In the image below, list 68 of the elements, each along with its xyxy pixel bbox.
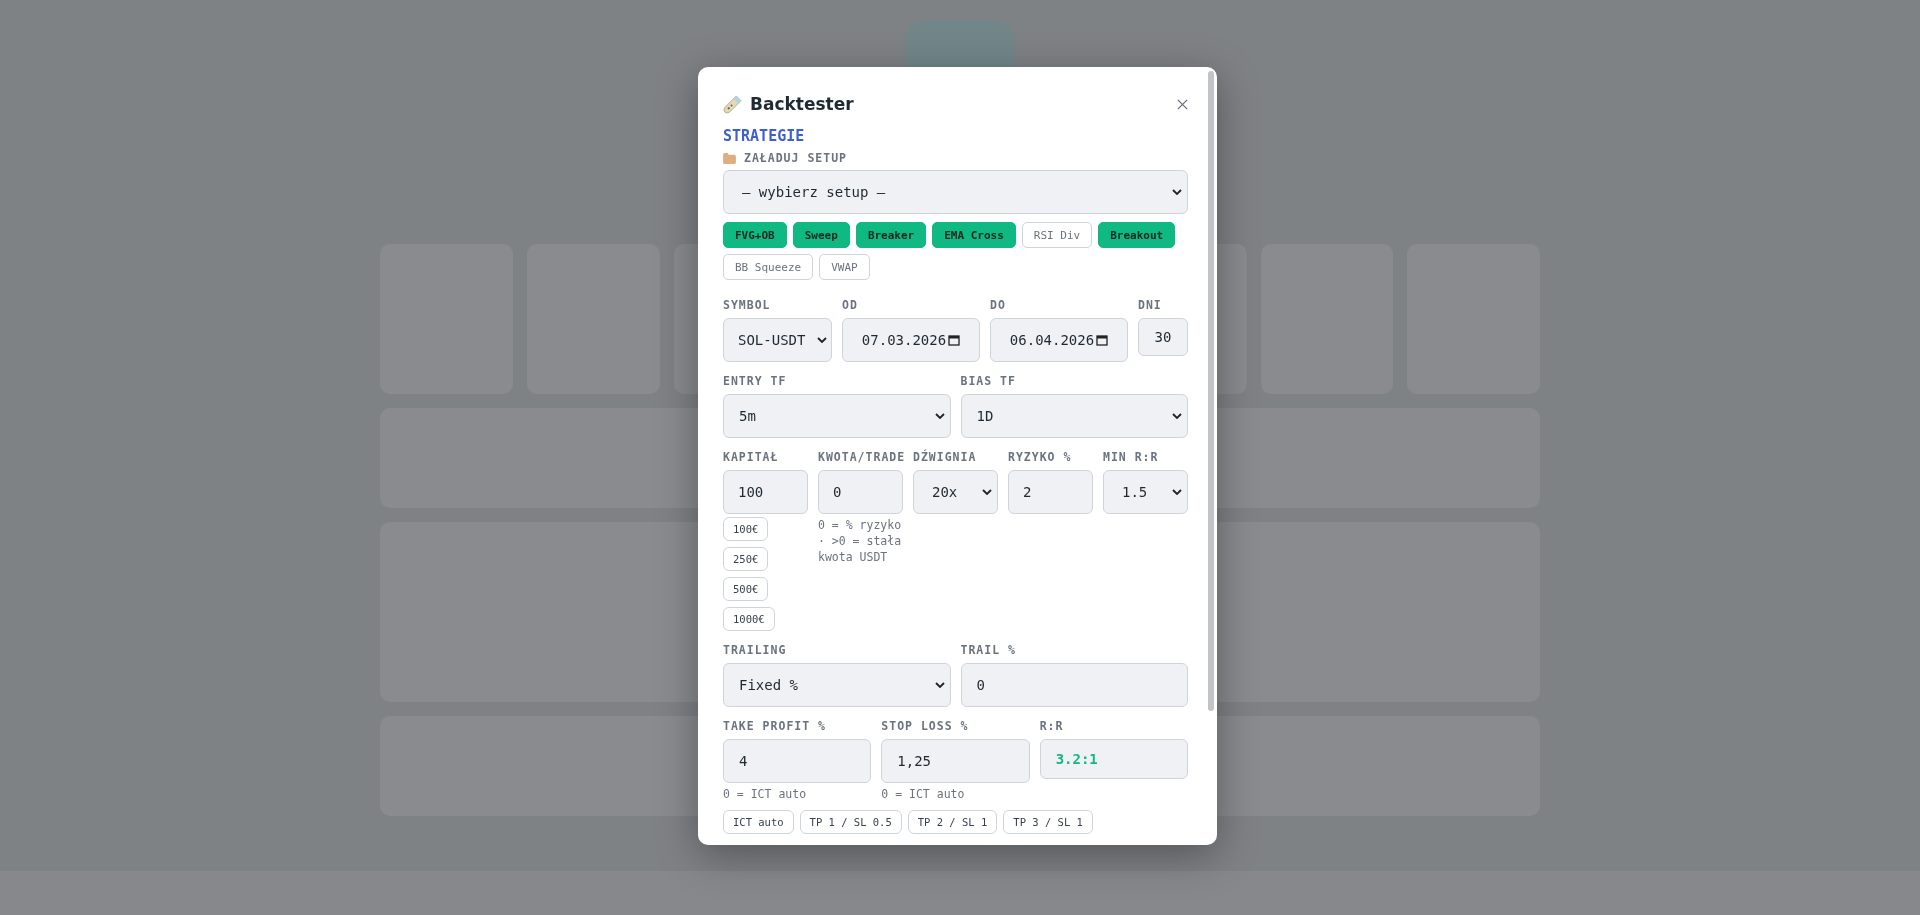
folder-icon	[723, 152, 736, 164]
strategy-chip[interactable]: RSI Div	[1021, 222, 1093, 248]
field-label: KWOTA/TRADE	[818, 450, 903, 464]
field-label: OD	[842, 298, 859, 312]
dialog-title: Backtester	[750, 94, 854, 114]
field-label: STOP LOSS %	[881, 719, 970, 733]
hint-text: 0 = ICT auto	[723, 786, 808, 802]
chevron-down-icon	[1172, 413, 1182, 419]
strategy-chip[interactable]: BB Squeeze	[723, 254, 814, 280]
field-label: R:R	[1039, 719, 1065, 733]
date-field[interactable]: 06.04.2026	[990, 318, 1128, 362]
field-label: RYZYKO %	[1008, 450, 1073, 464]
hint-text: 0 = % ryzyko · >0 = stała kwota USDT	[818, 517, 903, 565]
preset-button[interactable]: 500€	[723, 577, 769, 601]
calendar-icon[interactable]	[1096, 334, 1109, 346]
input-field[interactable]: 30	[1138, 318, 1188, 356]
date-field[interactable]: 07.03.2026	[842, 318, 980, 362]
field-label: DO	[990, 298, 1007, 312]
chevron-down-icon	[817, 337, 827, 343]
chevron-down-icon	[934, 682, 945, 688]
strategy-chip[interactable]: Sweep	[792, 222, 850, 248]
preset-button[interactable]: 250€	[723, 547, 769, 571]
strategy-chip[interactable]: Breakout	[1098, 222, 1176, 248]
field-label: DŹWIGNIA	[913, 450, 978, 464]
chevron-down-icon	[1172, 189, 1182, 195]
preset-button[interactable]: 100€	[723, 517, 769, 541]
close-icon[interactable]	[1176, 97, 1189, 111]
field-label: TRAIL %	[960, 643, 1017, 657]
input-field[interactable]: 0	[818, 470, 903, 514]
test-tube-icon	[723, 94, 742, 114]
preset-button[interactable]: TP 2 / SL 1	[907, 810, 998, 834]
field-label: TRAILING	[723, 643, 788, 657]
calendar-icon[interactable]	[948, 334, 961, 346]
strategy-chip[interactable]: FVG+OB	[723, 222, 787, 248]
input-field[interactable]: 100	[723, 470, 808, 514]
field-label: KAPITAŁ	[723, 450, 780, 464]
chevron-down-icon	[982, 489, 992, 495]
dropdown[interactable]: 1D	[960, 394, 1188, 438]
input-field[interactable]: 0	[960, 663, 1188, 707]
hint-text: 0 = ICT auto	[881, 786, 966, 802]
chevron-down-icon	[934, 413, 945, 419]
strategy-chip[interactable]: VWAP	[819, 254, 870, 280]
strategy-chip[interactable]: EMA Cross	[932, 222, 1016, 248]
field-label: MIN R:R	[1103, 450, 1160, 464]
strategy-chip[interactable]: Breaker	[855, 222, 927, 248]
dropdown[interactable]: 20x	[913, 470, 998, 514]
preset-button[interactable]: 1000€	[723, 607, 775, 631]
field-label: DNI	[1138, 298, 1163, 312]
input-field[interactable]: 1,25	[881, 739, 1030, 783]
dropdown[interactable]: 1.5	[1103, 470, 1188, 514]
field-label: BIAS TF	[960, 374, 1017, 388]
field-label: SYMBOL	[723, 298, 772, 312]
section-title: STRATEGIE	[723, 127, 806, 145]
field-label: ENTRY TF	[723, 374, 788, 388]
field-label: TAKE PROFIT %	[723, 719, 827, 733]
ratio-readout: 3.2:1	[1039, 739, 1188, 779]
preset-button[interactable]: TP 1 / SL 0.5	[799, 810, 902, 834]
input-field[interactable]: 4	[723, 739, 872, 783]
input-field[interactable]: 2	[1008, 470, 1093, 514]
chevron-down-icon	[1172, 489, 1182, 495]
dropdown[interactable]: Fixed %	[723, 663, 951, 707]
scrollbar[interactable]	[1208, 71, 1214, 711]
dropdown[interactable]: SOL-USDT	[723, 318, 832, 362]
preset-button[interactable]: ICT auto	[723, 810, 794, 834]
preset-button[interactable]: TP 3 / SL 1	[1003, 810, 1093, 834]
dropdown[interactable]: 5m	[723, 394, 951, 438]
field-label: ZAŁADUJ SETUP	[744, 151, 847, 165]
setup-dropdown[interactable]: — wybierz setup —	[723, 170, 1188, 214]
